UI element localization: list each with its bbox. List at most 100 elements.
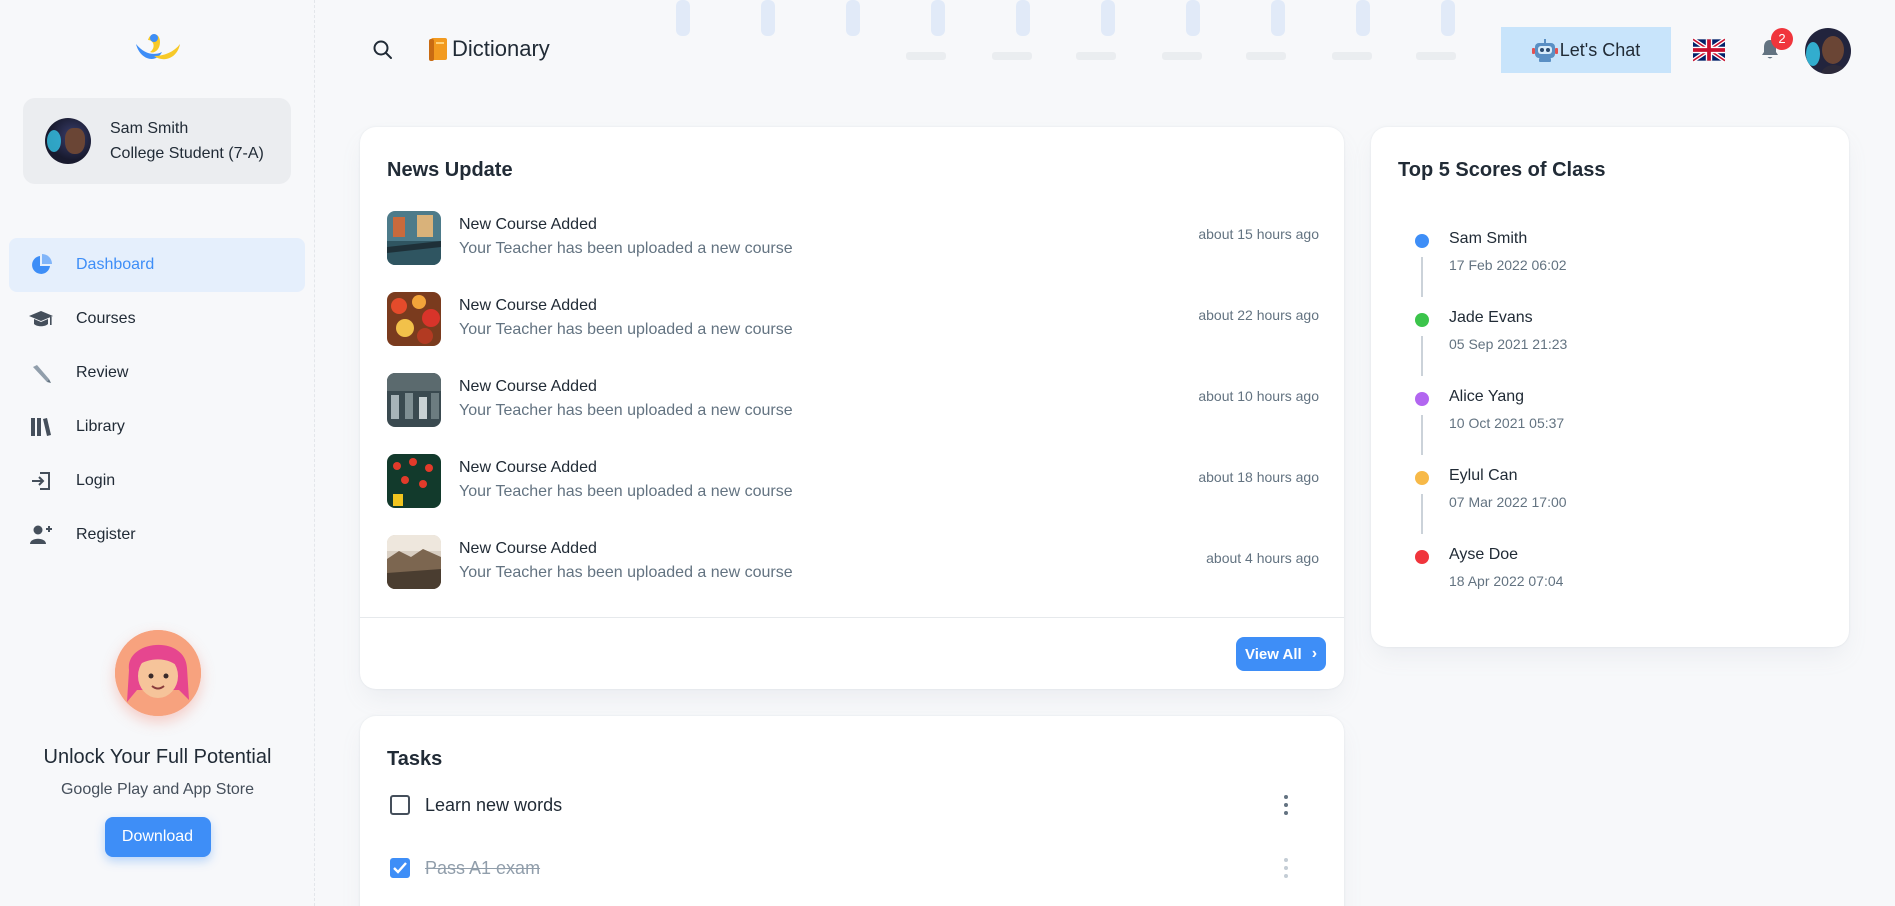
pencil-icon <box>29 361 53 385</box>
news-item-time: about 4 hours ago <box>1206 550 1319 566</box>
sidebar-item-label: Login <box>76 472 116 489</box>
top-bar: Dictionary Let's Chat 2 <box>316 0 1895 100</box>
student-name: Jade Evans <box>1449 309 1533 326</box>
download-button[interactable]: Download <box>104 817 211 857</box>
sidebar-item-label: Review <box>76 364 129 381</box>
news-item[interactable]: New Course Added Your Teacher has been u… <box>387 454 1319 535</box>
news-item-time: about 22 hours ago <box>1198 307 1319 323</box>
student-name: Sam Smith <box>1449 230 1528 247</box>
news-thumbnail <box>387 373 441 427</box>
books-icon <box>29 415 53 439</box>
profile-role: College Student (7-A) <box>110 145 264 162</box>
news-item-title: New Course Added <box>459 459 597 476</box>
task-item: Learn new words <box>390 785 1320 825</box>
app-logo[interactable] <box>132 30 182 66</box>
timeline-dot <box>1415 234 1429 248</box>
news-thumbnail <box>387 292 441 346</box>
sidebar-item-label: Library <box>76 418 125 435</box>
avatar <box>45 118 91 164</box>
lets-chat-button[interactable]: Let's Chat <box>1501 27 1671 73</box>
news-item[interactable]: New Course Added Your Teacher has been u… <box>387 373 1319 454</box>
news-thumbnail <box>387 535 441 589</box>
news-item-time: about 10 hours ago <box>1198 388 1319 404</box>
news-item-time: about 18 hours ago <box>1198 469 1319 485</box>
task-checkbox[interactable] <box>390 795 410 815</box>
timeline-item: Alice Yang 10 Oct 2021 05:37 <box>1415 385 1567 464</box>
notification-badge: 2 <box>1771 28 1793 50</box>
task-label: Learn new words <box>425 794 563 815</box>
pie-chart-icon <box>29 253 53 277</box>
profile-name: Sam Smith <box>110 120 189 137</box>
sidebar-item-library[interactable]: Library <box>9 400 305 454</box>
graduation-cap-icon <box>29 307 53 331</box>
sidebar-item-dashboard[interactable]: Dashboard <box>9 238 305 292</box>
news-item-title: New Course Added <box>459 378 597 395</box>
timeline-item: Eylul Can 07 Mar 2022 17:00 <box>1415 464 1567 543</box>
sidebar-item-label: Courses <box>76 310 136 327</box>
task-label: Pass A1 exam <box>425 857 541 878</box>
timeline-dot <box>1415 392 1429 406</box>
top-scores-title: Top 5 Scores of Class <box>1398 159 1606 181</box>
news-item[interactable]: New Course Added Your Teacher has been u… <box>387 211 1319 292</box>
promo-illustration <box>114 630 201 716</box>
news-update-title: News Update <box>387 159 513 181</box>
score-date: 05 Sep 2021 21:23 <box>1449 336 1568 352</box>
lets-chat-label: Let's Chat <box>1559 39 1641 60</box>
score-date: 17 Feb 2022 06:02 <box>1449 257 1567 273</box>
promo-title: Unlock Your Full Potential <box>43 746 272 768</box>
timeline-connector <box>1421 415 1423 455</box>
profile-card[interactable]: Sam Smith College Student (7-A) <box>23 98 291 184</box>
sidebar: Sam Smith College Student (7-A) Dashboar… <box>0 0 315 906</box>
news-item-desc: Your Teacher has been uploaded a new cou… <box>459 564 793 581</box>
more-options-icon[interactable] <box>1284 795 1288 815</box>
tasks-card: Tasks Learn new words Pass A1 exam <box>360 716 1344 906</box>
dictionary-title: Dictionary <box>452 36 550 61</box>
timeline-dot <box>1415 313 1429 327</box>
timeline-item: Sam Smith 17 Feb 2022 06:02 <box>1415 227 1567 306</box>
news-thumbnail <box>387 454 441 508</box>
news-item-desc: Your Teacher has been uploaded a new cou… <box>459 402 793 419</box>
search-icon[interactable] <box>371 38 395 62</box>
sidebar-item-review[interactable]: Review <box>9 346 305 400</box>
timeline-connector <box>1421 494 1423 534</box>
view-all-button[interactable]: View All › <box>1236 637 1326 671</box>
view-all-label: View All <box>1244 645 1302 663</box>
sidebar-item-register[interactable]: Register <box>9 508 305 562</box>
sidebar-nav: Dashboard Courses Review Library Login R… <box>9 238 305 562</box>
student-name: Ayse Doe <box>1449 546 1519 563</box>
timeline-connector <box>1421 336 1423 376</box>
timeline-item: Jade Evans 05 Sep 2021 21:23 <box>1415 306 1567 385</box>
scores-timeline: Sam Smith 17 Feb 2022 06:02 Jade Evans 0… <box>1415 227 1567 622</box>
timeline-dot <box>1415 550 1429 564</box>
news-item-title: New Course Added <box>459 297 597 314</box>
news-thumbnail <box>387 211 441 265</box>
user-avatar[interactable] <box>1805 28 1851 74</box>
promo-section: Unlock Your Full Potential Google Play a… <box>0 630 315 857</box>
chevron-right-icon: › <box>1311 645 1318 662</box>
news-item-desc: Your Teacher has been uploaded a new cou… <box>459 321 793 338</box>
sidebar-item-label: Register <box>76 526 136 543</box>
robot-icon <box>1531 39 1558 62</box>
more-options-icon[interactable] <box>1284 858 1288 878</box>
tasks-title: Tasks <box>387 748 443 770</box>
timeline-item: Ayse Doe 18 Apr 2022 07:04 <box>1415 543 1567 622</box>
task-checkbox-checked[interactable] <box>390 858 410 878</box>
sidebar-item-courses[interactable]: Courses <box>9 292 305 346</box>
uk-flag-icon[interactable] <box>1693 38 1725 62</box>
score-date: 07 Mar 2022 17:00 <box>1449 494 1567 510</box>
news-item-title: New Course Added <box>459 540 597 557</box>
sidebar-item-login[interactable]: Login <box>9 454 305 508</box>
news-item[interactable]: New Course Added Your Teacher has been u… <box>387 292 1319 373</box>
dictionary-link[interactable]: Dictionary <box>428 36 550 62</box>
score-date: 10 Oct 2021 05:37 <box>1449 415 1565 431</box>
timeline-connector <box>1421 257 1423 297</box>
score-date: 18 Apr 2022 07:04 <box>1449 573 1564 589</box>
divider <box>360 617 1344 618</box>
student-name: Eylul Can <box>1449 467 1518 484</box>
add-user-icon <box>29 523 53 547</box>
news-item-desc: Your Teacher has been uploaded a new cou… <box>459 240 793 257</box>
top-scores-card: Top 5 Scores of Class Sam Smith 17 Feb 2… <box>1371 127 1849 647</box>
login-icon <box>29 469 53 493</box>
book-icon <box>429 38 447 61</box>
news-item[interactable]: New Course Added Your Teacher has been u… <box>387 535 1319 616</box>
